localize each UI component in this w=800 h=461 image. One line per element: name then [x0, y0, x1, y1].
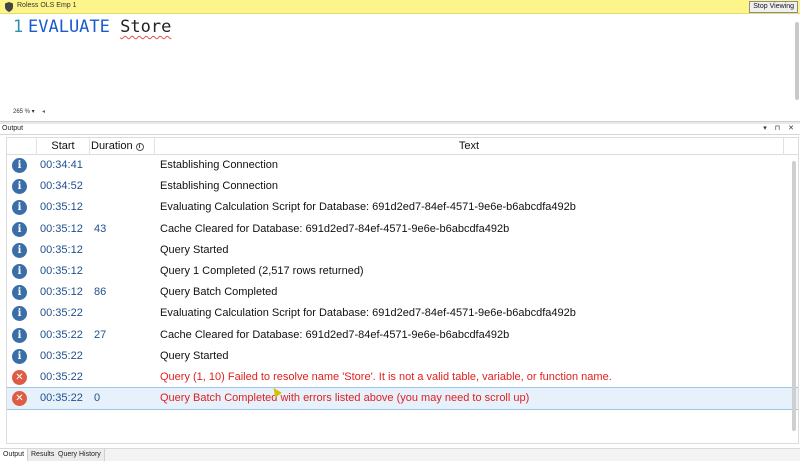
line-number: 1: [13, 17, 24, 37]
row-message: Establishing Connection: [160, 180, 279, 193]
row-start-time: 00:35:12: [40, 222, 83, 235]
duration-label: Duration: [91, 140, 133, 152]
error-x-icon: ✕: [12, 391, 27, 407]
viewing-banner: Roless OLS Emp 1 Stop Viewing: [0, 0, 800, 14]
column-header-duration[interactable]: Duration i: [90, 138, 155, 155]
row-message: Query Started: [160, 349, 229, 362]
table-row[interactable]: ✕ 00:35:22 0 Query Batch Completed with err…: [7, 387, 798, 411]
row-duration: 43: [94, 222, 107, 235]
table-row[interactable]: i 00:35:12 86 Query Batch Completed: [7, 282, 798, 303]
row-start-time: 00:35:12: [40, 201, 83, 214]
table-row[interactable]: i 00:35:22 Query Started: [7, 346, 798, 367]
info-circle-icon: i: [12, 263, 27, 279]
column-header-start[interactable]: Start: [37, 138, 90, 155]
zoom-value: 265 %: [13, 109, 31, 115]
grid-rows: i 00:34:41 Establishing Connection i 00:34:5…: [7, 155, 798, 411]
row-message: Evaluating Calculation Script for Databa…: [160, 201, 576, 214]
row-start-time: 00:35:22: [40, 392, 83, 405]
table-row[interactable]: i 00:35:22 Evaluating Calculation Script f…: [7, 303, 798, 324]
zoom-level[interactable]: 265 % ▾: [13, 108, 35, 115]
row-start-time: 00:35:12: [40, 286, 83, 299]
stop-viewing-button[interactable]: Stop Viewing: [749, 1, 798, 13]
scroll-left-icon[interactable]: ◂: [42, 108, 45, 115]
grid-scroll-thumb[interactable]: [792, 161, 796, 431]
panel-window-buttons[interactable]: ▾ ⊓ ✕: [763, 124, 797, 132]
row-message: Establishing Connection: [160, 159, 279, 171]
error-x-icon: ✕: [12, 369, 27, 385]
info-circle-icon: i: [12, 285, 27, 301]
table-row[interactable]: i 00:35:12 43 Cache Cleared for Database: 6…: [7, 219, 798, 240]
info-circle-icon: i: [12, 158, 27, 173]
editor-scroll-thumb[interactable]: [795, 22, 799, 100]
query-editor[interactable]: 1 EVALUATE Store 265 % ▾ ◂: [0, 14, 800, 121]
row-message: Query Batch Completed with errors listed…: [160, 392, 530, 405]
output-grid: Start Duration i Text i 00:34:41 Establishi…: [6, 137, 799, 444]
tab-output[interactable]: Output: [0, 449, 29, 461]
banner-title: Roless OLS Emp 1: [17, 2, 77, 9]
grid-header: Start Duration i Text: [7, 138, 798, 155]
row-message: Query Batch Completed: [160, 286, 278, 299]
bottom-tabs: Output Results Query History: [0, 448, 800, 461]
grid-vertical-scrollbar[interactable]: [789, 155, 798, 443]
row-start-time: 00:35:22: [40, 328, 83, 341]
code-identifier: Store: [120, 17, 172, 37]
table-row[interactable]: i 00:35:12 Evaluating Calculation Script f…: [7, 197, 798, 218]
info-circle-icon: i: [12, 306, 27, 322]
row-message: Cache Cleared for Database: 691d2ed7-84e…: [160, 222, 510, 235]
code-line[interactable]: EVALUATE Store: [28, 17, 171, 37]
row-duration: 0: [94, 392, 101, 405]
column-header-icon[interactable]: [7, 138, 37, 155]
row-start-time: 00:35:22: [40, 370, 83, 383]
row-start-time: 00:35:22: [40, 307, 83, 320]
row-duration: 27: [94, 328, 107, 341]
info-circle-icon: i: [12, 327, 27, 343]
table-row[interactable]: ✕ 00:35:22 Query (1, 10) Failed to resolve…: [7, 367, 798, 388]
output-panel-title: Output: [2, 125, 24, 132]
table-row[interactable]: i 00:34:52 Establishing Connection: [7, 176, 798, 197]
row-message: Query Started: [160, 243, 229, 256]
row-message: Query 1 Completed (2,517 rows returned): [160, 264, 364, 277]
row-start-time: 00:34:52: [40, 180, 83, 193]
duration-info-icon: i: [135, 143, 144, 151]
tab-results[interactable]: Results: [28, 449, 59, 461]
info-circle-icon: i: [12, 221, 27, 237]
table-row[interactable]: i 00:35:12 Query 1 Completed (2,517 rows r…: [7, 261, 798, 282]
row-start-time: 00:35:12: [40, 264, 83, 277]
tab-query-history[interactable]: Query History: [55, 449, 105, 461]
table-row[interactable]: i 00:34:41 Establishing Connection: [7, 155, 798, 176]
row-message: Cache Cleared for Database: 691d2ed7-84e…: [160, 328, 510, 341]
code-keyword: EVALUATE: [28, 17, 110, 37]
shield-icon: [5, 2, 13, 12]
table-row[interactable]: i 00:35:12 Query Started: [7, 240, 798, 261]
row-start-time: 00:35:12: [40, 243, 83, 256]
row-duration: 86: [94, 286, 107, 299]
editor-vertical-scrollbar[interactable]: [792, 14, 800, 106]
info-circle-icon: i: [12, 179, 27, 195]
row-start-time: 00:35:22: [40, 349, 83, 362]
output-panel-header: Output ▾ ⊓ ✕: [0, 124, 800, 135]
info-circle-icon: i: [12, 348, 27, 364]
row-message: Query (1, 10) Failed to resolve name 'St…: [160, 370, 612, 383]
info-circle-icon: i: [12, 242, 27, 258]
info-circle-icon: i: [12, 200, 27, 216]
column-header-text[interactable]: Text: [155, 138, 784, 155]
row-start-time: 00:34:41: [40, 159, 83, 171]
row-message: Evaluating Calculation Script for Databa…: [160, 307, 576, 320]
table-row[interactable]: i 00:35:22 27 Cache Cleared for Database: 6…: [7, 325, 798, 346]
